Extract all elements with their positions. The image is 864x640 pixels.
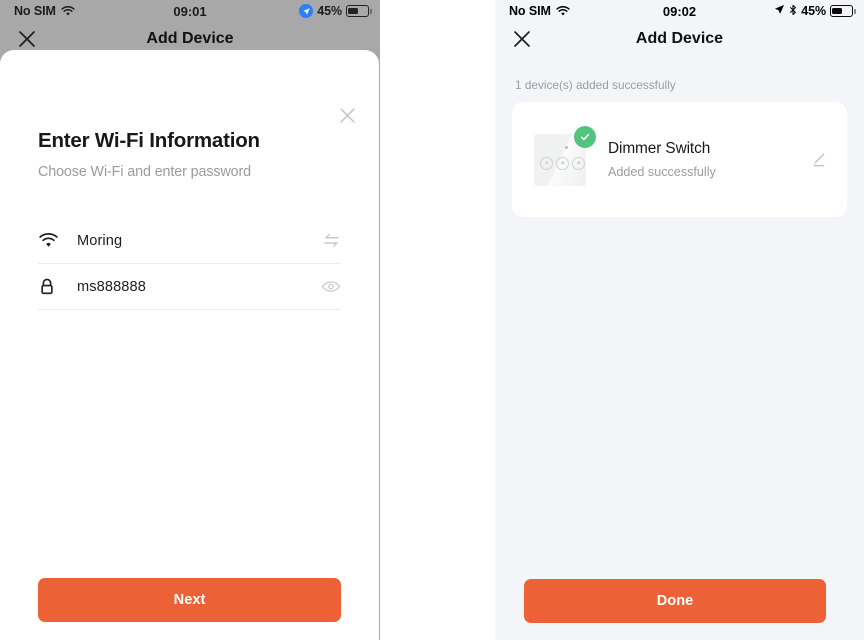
carrier-label: No SIM xyxy=(14,4,56,18)
wifi-icon xyxy=(556,5,570,17)
phone-screen-add-result: No SIM 09:02 45% Add Device 1 device(s) … xyxy=(495,0,864,640)
edit-pencil-icon[interactable] xyxy=(809,150,829,170)
battery-percent-label: 45% xyxy=(801,4,826,18)
status-bar-indicators-left: 45% xyxy=(299,4,372,18)
close-icon[interactable] xyxy=(16,28,38,50)
switch-buttons-group xyxy=(540,156,585,170)
wifi-icon xyxy=(38,232,64,249)
close-icon[interactable] xyxy=(511,28,533,50)
status-bar-carrier-group: No SIM xyxy=(14,4,75,18)
nav-bar-right: Add Device xyxy=(495,22,864,56)
battery-percent-label: 45% xyxy=(317,4,342,18)
battery-icon xyxy=(346,5,372,17)
wifi-password-field[interactable]: ms888888 xyxy=(38,264,341,310)
wifi-form: Moring ms888888 xyxy=(38,218,341,310)
wifi-ssid-field[interactable]: Moring xyxy=(38,218,341,264)
wifi-password-value[interactable]: ms888888 xyxy=(77,279,319,295)
done-button[interactable]: Done xyxy=(524,579,826,623)
location-arrow-icon xyxy=(299,4,314,18)
wifi-ssid-value[interactable]: Moring xyxy=(77,233,319,249)
status-bar-left: No SIM 09:01 45% xyxy=(0,0,380,22)
device-thumbnail-wrap xyxy=(534,125,596,186)
page-title: Add Device xyxy=(635,30,724,47)
sheet-title: Enter Wi-Fi Information xyxy=(38,129,260,152)
status-bar-carrier-group: No SIM xyxy=(509,4,570,18)
sheet-subtitle: Choose Wi-Fi and enter password xyxy=(38,164,252,180)
wifi-icon xyxy=(61,5,75,17)
switch-button-icon xyxy=(540,156,553,170)
wifi-entry-sheet: Enter Wi-Fi Information Choose Wi-Fi and… xyxy=(0,50,379,640)
lock-icon xyxy=(38,277,64,297)
location-arrow-icon xyxy=(774,4,785,18)
carrier-label: No SIM xyxy=(509,4,551,18)
status-badge: Added successfully xyxy=(608,165,716,179)
status-bar-right: No SIM 09:02 45% xyxy=(495,0,864,22)
device-name: Dimmer Switch xyxy=(608,140,711,157)
indicator-dot-icon xyxy=(565,145,568,149)
result-summary: 1 device(s) added successfully xyxy=(515,78,676,92)
switch-button-icon xyxy=(556,156,569,170)
status-bar-indicators-right: 45% xyxy=(774,4,856,19)
device-info: Dimmer Switch Added successfully xyxy=(608,140,809,179)
eye-icon[interactable] xyxy=(319,280,341,293)
switch-network-icon[interactable] xyxy=(319,233,341,248)
bluetooth-icon xyxy=(789,4,797,19)
sheet-close-icon[interactable] xyxy=(338,106,357,125)
check-icon xyxy=(574,125,596,148)
phone-screen-wifi-entry: No SIM 09:01 45% Add Device Enter Wi-Fi … xyxy=(0,0,380,640)
list-item[interactable]: Dimmer Switch Added successfully xyxy=(512,102,847,217)
battery-icon xyxy=(830,5,856,17)
switch-button-icon xyxy=(572,156,585,170)
next-button[interactable]: Next xyxy=(38,578,341,622)
page-title: Add Device xyxy=(146,30,234,47)
